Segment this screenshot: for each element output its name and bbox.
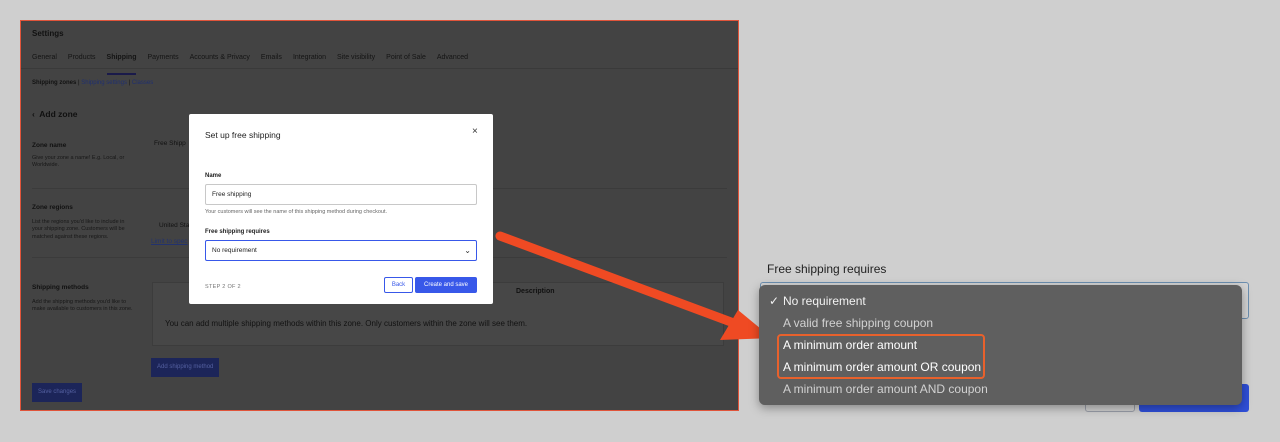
zone-regions-hint: List the regions you'd like to include i…	[32, 219, 125, 240]
tab-general[interactable]: General	[32, 54, 57, 75]
breadcrumb-separator: |	[128, 80, 131, 86]
option-minimum-order-and-coupon[interactable]: A minimum order amount AND coupon	[783, 382, 988, 396]
settings-title: Settings	[32, 29, 64, 38]
zone-regions-value[interactable]: United Sta	[159, 222, 189, 229]
zone-regions-label: Zone regions	[32, 204, 73, 211]
create-and-save-button[interactable]: Create and save	[415, 277, 477, 293]
back-arrow-icon[interactable]: ‹	[32, 109, 35, 119]
highlight-box	[777, 334, 985, 379]
name-input[interactable]: Free shipping	[205, 184, 477, 205]
option-label: No requirement	[783, 294, 866, 308]
requires-select[interactable]: No requirement ⌄	[205, 240, 477, 261]
save-changes-button[interactable]: Save changes	[32, 383, 83, 402]
option-label: A minimum order amount AND coupon	[783, 382, 988, 396]
breadcrumb-separator: |	[78, 80, 80, 86]
checkmark-icon: ✓	[769, 294, 780, 308]
free-shipping-modal: Set up free shipping × Name Free shippin…	[189, 114, 493, 304]
tab-payments[interactable]: Payments	[147, 54, 178, 75]
requires-label: Free shipping requires	[205, 229, 270, 235]
tab-shipping[interactable]: Shipping	[106, 54, 137, 75]
tab-point-of-sale[interactable]: Point of Sale	[386, 54, 426, 75]
zoomed-requires-label: Free shipping requires	[767, 262, 887, 276]
shipping-methods-label: Shipping methods	[32, 284, 89, 291]
requirement-dropdown-menu: ✓ No requirement A valid free shipping c…	[759, 285, 1242, 405]
column-description: Description	[516, 288, 555, 295]
option-label: A valid free shipping coupon	[783, 316, 934, 330]
back-button[interactable]: Back	[384, 277, 413, 293]
breadcrumb-current: Shipping zones	[32, 80, 77, 86]
tab-emails[interactable]: Emails	[261, 54, 282, 75]
tab-advanced[interactable]: Advanced	[437, 54, 468, 75]
modal-title: Set up free shipping	[205, 130, 281, 140]
name-help-text: Your customers will see the name of this…	[205, 209, 388, 215]
shipping-methods-empty-text: You can add multiple shipping methods wi…	[165, 319, 528, 328]
add-shipping-method-button[interactable]: Add shipping method	[151, 358, 220, 377]
limit-to-postcodes-link[interactable]: Limit to spec	[151, 238, 188, 245]
shipping-methods-hint: Add the shipping methods you'd like to m…	[32, 299, 133, 313]
breadcrumb-link-classes[interactable]: Classes	[132, 80, 153, 86]
tab-products[interactable]: Products	[68, 54, 96, 75]
option-valid-coupon[interactable]: A valid free shipping coupon	[783, 316, 933, 330]
zone-name-hint: Give your zone a name! E.g. Local, or Wo…	[32, 155, 125, 169]
add-zone-title: Add zone	[39, 109, 78, 119]
settings-tabs: General Products Shipping Payments Accou…	[32, 54, 468, 75]
requires-select-value: No requirement	[212, 247, 257, 254]
option-no-requirement[interactable]: ✓ No requirement	[769, 294, 866, 308]
add-zone-heading: ‹ Add zone	[32, 109, 78, 119]
breadcrumb-link-shipping-settings[interactable]: Shipping settings	[81, 80, 127, 86]
zone-name-value[interactable]: Free Shipp	[154, 140, 186, 147]
name-label: Name	[205, 173, 222, 179]
tab-site-visibility[interactable]: Site visibility	[337, 54, 375, 75]
settings-screenshot: Settings General Products Shipping Payme…	[20, 20, 739, 411]
breadcrumb: Shipping zones | Shipping settings | Cla…	[32, 80, 153, 86]
close-icon[interactable]: ×	[472, 126, 478, 137]
step-indicator: STEP 2 OF 2	[205, 284, 241, 290]
tab-integration[interactable]: Integration	[293, 54, 326, 75]
zone-name-label: Zone name	[32, 142, 67, 149]
chevron-down-icon: ⌄	[464, 246, 471, 255]
tab-accounts-privacy[interactable]: Accounts & Privacy	[190, 54, 250, 75]
tab-divider	[21, 68, 738, 69]
